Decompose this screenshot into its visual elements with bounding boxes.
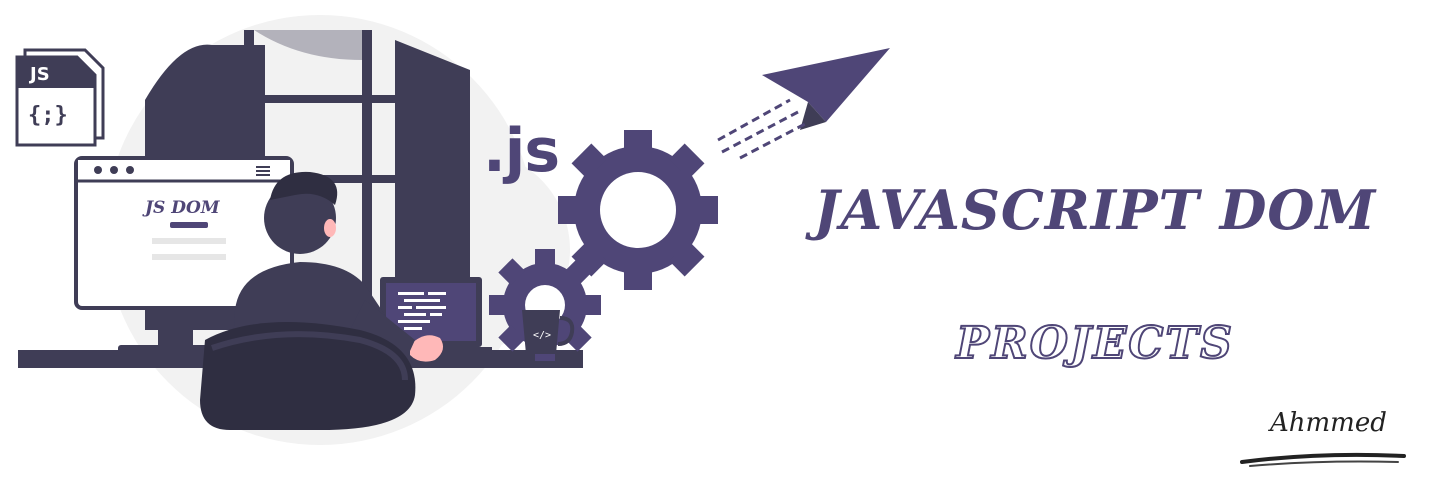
js-file-icon: JS {;} (15, 48, 105, 147)
author-signature: Ahmmed (1270, 408, 1387, 438)
page-title: JAVASCRIPT DOM (813, 178, 1377, 242)
banner-canvas: JS {;} JS DOM </> .js JAVASCRIPT DOM PRO… (0, 0, 1440, 480)
signature-underline (1240, 452, 1406, 467)
js-extension-label: .js (483, 116, 560, 186)
large-gear-icon (558, 130, 718, 290)
page-subtitle: PROJECTS (955, 317, 1234, 370)
paper-plane-icon (717, 48, 890, 160)
file-icon-label: JS (28, 64, 50, 85)
monitor-heading: JS DOM (142, 198, 221, 218)
svg-text:</>: </> (533, 330, 551, 341)
file-icon-code: {;} (28, 103, 68, 128)
